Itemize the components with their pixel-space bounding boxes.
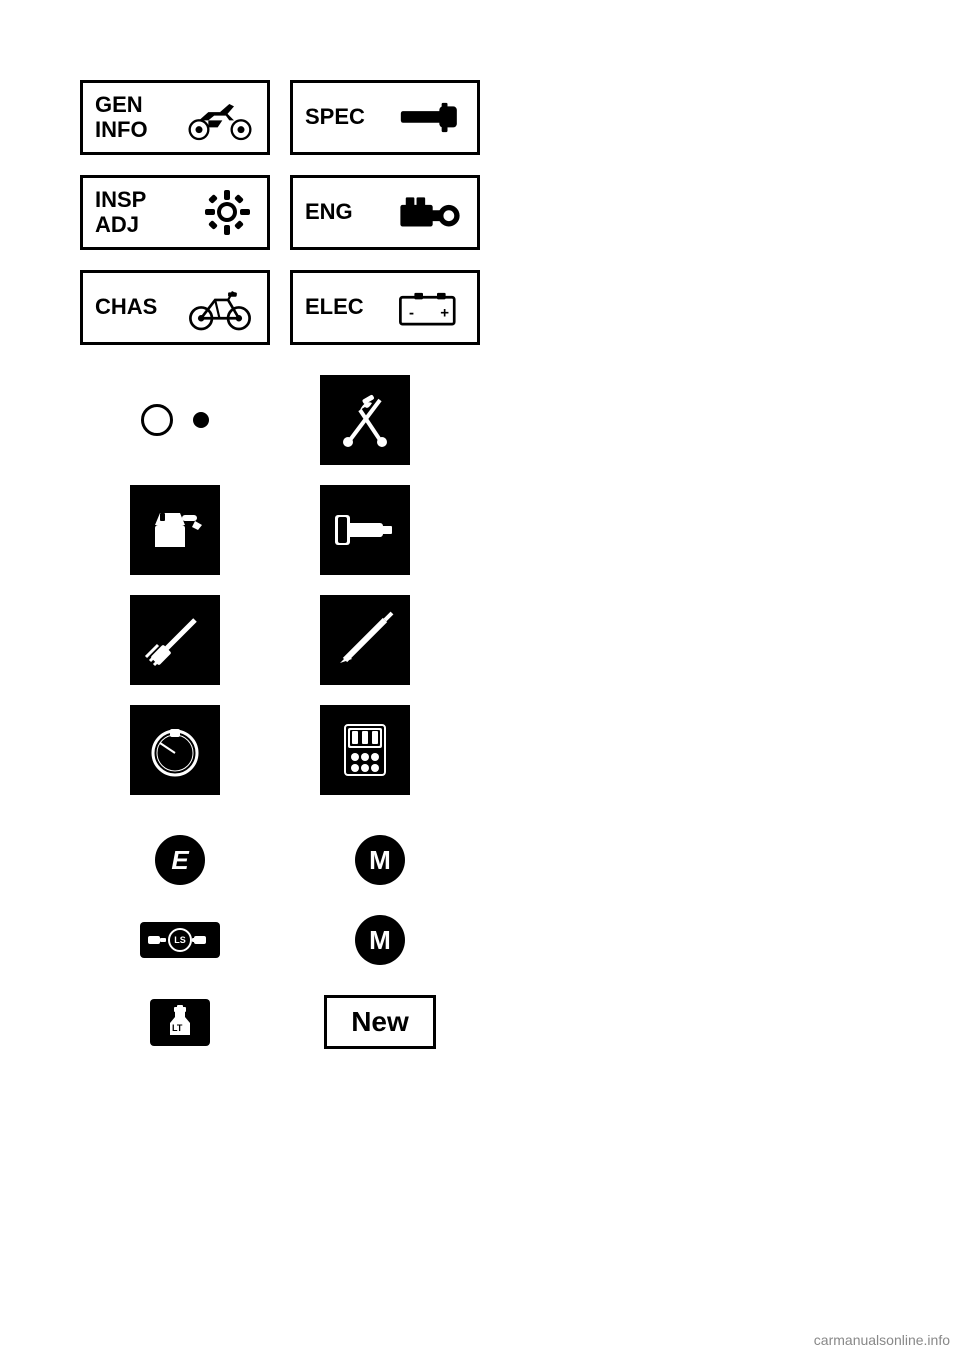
insp-adj-label: INSPADJ: [95, 188, 146, 236]
engine-oil-icon: E: [155, 835, 205, 885]
gen-info-box: GENINFO: [80, 80, 270, 155]
wirebrush-cell: [80, 595, 270, 685]
spec-icon: [373, 95, 465, 140]
new-part-symbol: New: [280, 995, 480, 1049]
gen-info-icon: [156, 93, 255, 143]
insp-adj-icon: [154, 185, 255, 240]
spec-box: SPEC: [290, 80, 480, 155]
legend-section: E M LS: [0, 795, 560, 1049]
spec-label: SPEC: [305, 105, 365, 129]
snap-ring-pliers-cell: [270, 375, 460, 465]
eng-icon: [361, 188, 465, 238]
drift-punch-cell: [270, 595, 460, 685]
ls-connector-icon: LS: [140, 922, 220, 958]
tighten-symbol-cell: [80, 375, 270, 465]
motor-oil-symbol: M: [280, 835, 480, 885]
circle-open-icon: [141, 404, 173, 436]
eng-box: ENG: [290, 175, 480, 250]
ls-connector-symbol: LS: [80, 922, 280, 958]
watermark: carmanualsonline.info: [814, 1332, 950, 1348]
drift-punch-icon: [320, 595, 410, 685]
loctite-icon: LT: [150, 999, 210, 1046]
svg-text:LT: LT: [172, 1023, 183, 1033]
molybdenum-label: M: [369, 925, 391, 956]
svg-text:-: -: [409, 304, 414, 321]
pressure-gauge-icon: [130, 705, 220, 795]
elec-label: ELEC: [305, 295, 364, 319]
engine-oil-label: E: [171, 845, 188, 876]
chas-label: CHAS: [95, 295, 157, 319]
molybdenum-symbol: M: [280, 915, 480, 965]
tool-icons-grid: [0, 345, 560, 795]
oil-can-icon: [130, 485, 220, 575]
elec-icon: - +: [372, 283, 465, 333]
gen-info-label: GENINFO: [95, 93, 148, 141]
page: GENINFO SPEC: [0, 0, 960, 1358]
category-grid: GENINFO SPEC: [0, 0, 560, 345]
wirebrush-icon: [130, 595, 220, 685]
impact-driver-icon: [320, 485, 410, 575]
impact-driver-cell: [270, 485, 460, 575]
dot-icon: [193, 412, 209, 428]
chas-box: CHAS: [80, 270, 270, 345]
motor-oil-icon: M: [355, 835, 405, 885]
insp-adj-box: INSPADJ: [80, 175, 270, 250]
engine-oil-symbol: E: [80, 835, 280, 885]
elec-box: ELEC - +: [290, 270, 480, 345]
motor-oil-label: M: [369, 845, 391, 876]
svg-text:+: +: [440, 304, 449, 321]
multimeter-icon: [320, 705, 410, 795]
loctite-symbol: LT: [80, 999, 280, 1046]
oil-can-cell: [80, 485, 270, 575]
ls-badge: LS: [168, 928, 192, 952]
snap-ring-pliers-icon: [320, 375, 410, 465]
new-part-icon: New: [324, 995, 436, 1049]
multimeter-cell: [270, 705, 460, 795]
new-part-label: New: [351, 1006, 409, 1038]
eng-label: ENG: [305, 200, 353, 224]
molybdenum-icon: M: [355, 915, 405, 965]
pressure-gauge-cell: [80, 705, 270, 795]
chas-icon: [165, 283, 255, 333]
